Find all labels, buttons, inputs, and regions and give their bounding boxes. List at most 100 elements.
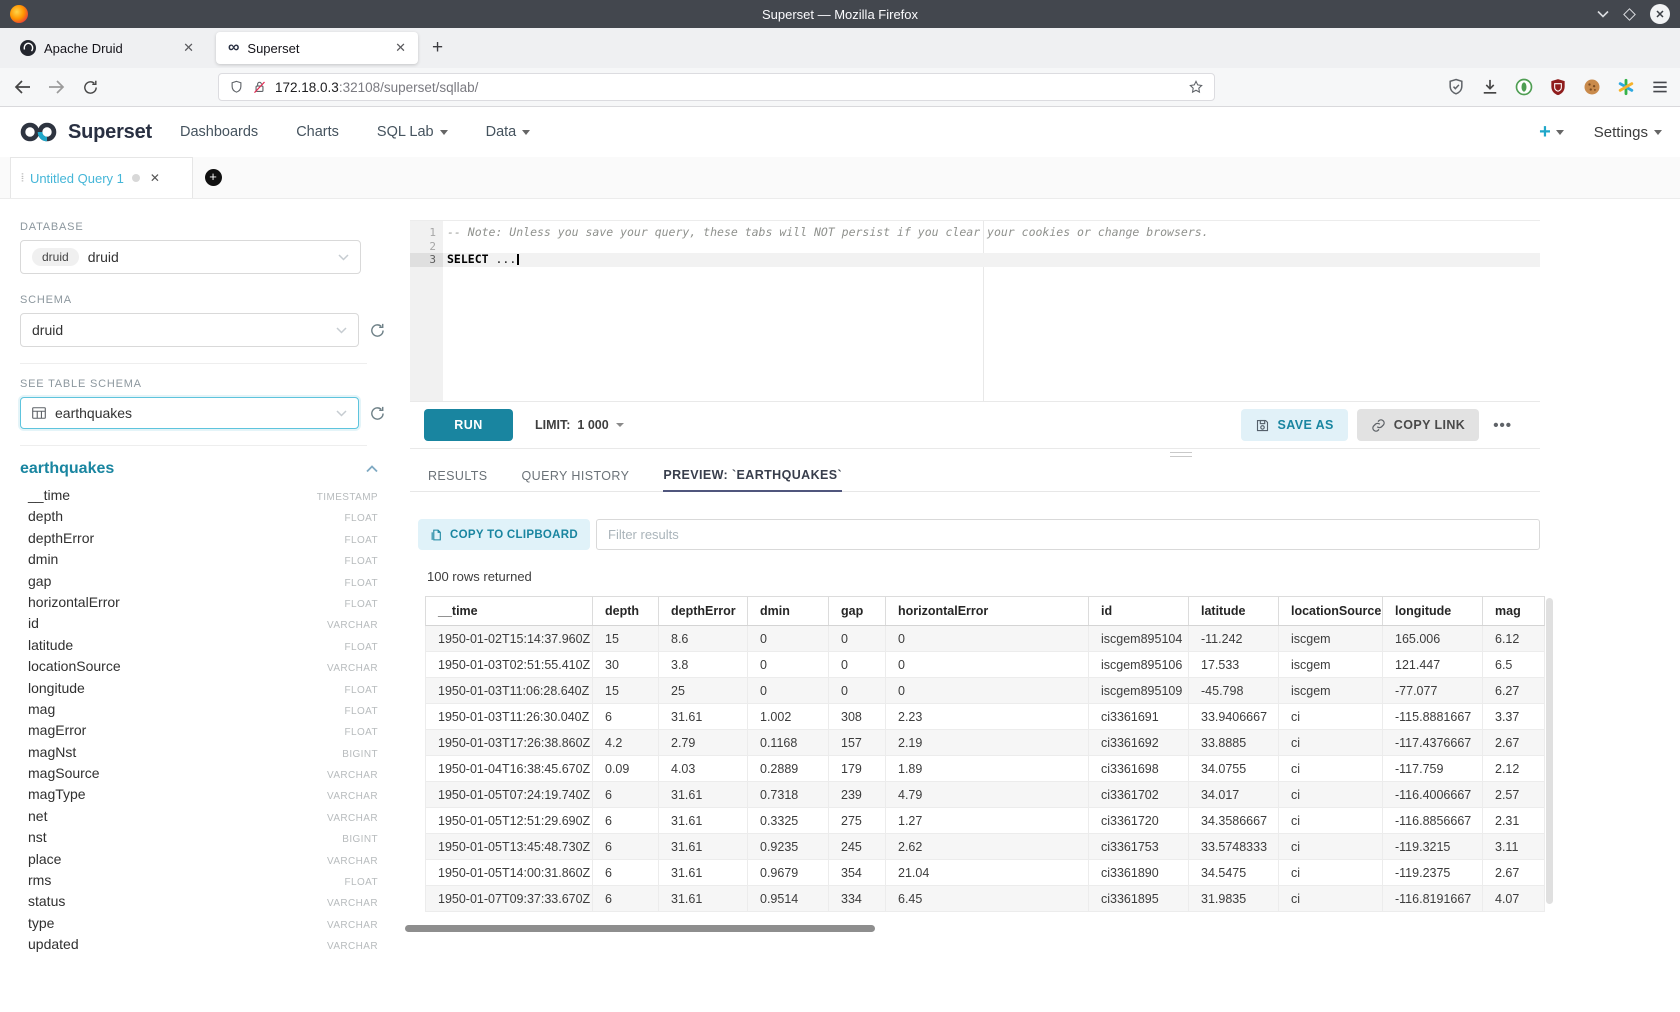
downloads-icon[interactable] xyxy=(1480,77,1500,97)
table-select[interactable]: earthquakes xyxy=(20,397,359,429)
results-tabs: RESULTS QUERY HISTORY PREVIEW: `EARTHQUAKE… xyxy=(410,460,1540,492)
table-cell: 33.8885 xyxy=(1189,730,1279,755)
tab-close-icon[interactable]: ✕ xyxy=(183,40,194,56)
table-cell: 308 xyxy=(829,704,886,729)
run-button[interactable]: RUN xyxy=(424,409,513,441)
table-cell: iscgem895109 xyxy=(1089,678,1189,703)
link-icon xyxy=(1371,418,1386,433)
refresh-tables-icon[interactable] xyxy=(369,405,386,422)
editor-line[interactable]: 3SELECT ... xyxy=(410,253,1540,267)
query-tab-close-icon[interactable]: ✕ xyxy=(150,171,160,185)
table-header-cell[interactable]: depthError xyxy=(659,597,748,625)
cookie-icon[interactable] xyxy=(1582,77,1602,97)
table-header-cell[interactable]: horizontalError xyxy=(886,597,1089,625)
results-pane-tab[interactable]: PREVIEW: `EARTHQUAKES` xyxy=(663,460,842,492)
editor-line-code: SELECT ... xyxy=(443,253,1540,267)
bookmark-star-icon[interactable] xyxy=(1188,79,1204,95)
column-type: VARCHAR xyxy=(327,813,378,824)
shield-permissions-icon[interactable] xyxy=(229,79,244,95)
chevron-down-icon xyxy=(1556,130,1564,135)
results-pane-tab[interactable]: RESULTS xyxy=(428,460,488,492)
nav-item-charts[interactable]: Charts xyxy=(296,124,339,140)
column-type: FLOAT xyxy=(345,727,378,738)
table-cell: 1950-01-05T13:45:48.730Z xyxy=(426,834,593,859)
table-header-cell[interactable]: gap xyxy=(829,597,886,625)
settings-menu[interactable]: Settings xyxy=(1594,124,1662,141)
extension-green-icon[interactable] xyxy=(1514,77,1534,97)
table-horizontal-scrollbar[interactable] xyxy=(405,925,875,932)
schema-column-row: latitudeFLOAT xyxy=(28,637,378,658)
insecure-lock-icon[interactable] xyxy=(252,79,267,95)
back-button[interactable] xyxy=(12,77,32,97)
reload-button[interactable] xyxy=(80,77,100,97)
nav-item-sql-lab[interactable]: SQL Lab xyxy=(377,124,448,140)
table-cell: 33.5748333 xyxy=(1189,834,1279,859)
refresh-schemas-icon[interactable] xyxy=(369,322,386,339)
superset-logo[interactable]: Superset xyxy=(18,119,152,145)
table-header-cell[interactable]: dmin xyxy=(748,597,829,625)
query-tab-untitled-query-1[interactable]: ⦙⦙ Untitled Query 1 ✕ xyxy=(10,157,193,198)
schema-column-row: updatedVARCHAR xyxy=(28,936,378,957)
extension-asterisk-icon[interactable] xyxy=(1616,77,1636,97)
database-select[interactable]: druid druid xyxy=(20,240,361,274)
hamburger-menu-icon[interactable] xyxy=(1650,77,1670,97)
table-cell: 245 xyxy=(829,834,886,859)
results-pane-tab[interactable]: QUERY HISTORY xyxy=(522,460,630,492)
table-cell: -77.077 xyxy=(1383,678,1483,703)
add-query-tab-button[interactable]: + xyxy=(193,157,233,198)
table-header-cell[interactable]: id xyxy=(1089,597,1189,625)
window-maximize-icon[interactable] xyxy=(1623,8,1636,21)
table-cell: 31.61 xyxy=(659,834,748,859)
column-type: VARCHAR xyxy=(327,941,378,952)
window-close-button[interactable]: ✕ xyxy=(1650,4,1670,24)
table-cell: 31.61 xyxy=(659,860,748,885)
table-header-cell[interactable]: locationSource xyxy=(1279,597,1383,625)
table-cell: 15 xyxy=(593,678,659,703)
copy-link-button[interactable]: COPY LINK xyxy=(1357,409,1479,441)
forward-button[interactable] xyxy=(46,77,66,97)
limit-dropdown[interactable]: LIMIT: 1 000 xyxy=(535,418,624,432)
table-cell: 6.5 xyxy=(1483,652,1546,677)
table-cell: 2.19 xyxy=(886,730,1089,755)
table-row: 1950-01-03T11:06:28.640Z1525000iscgem895… xyxy=(426,678,1544,704)
editor-line[interactable]: 2 xyxy=(410,240,1540,254)
schema-select[interactable]: druid xyxy=(20,313,359,347)
table-cell: 31.9835 xyxy=(1189,886,1279,911)
table-header-cell[interactable]: mag xyxy=(1483,597,1546,625)
firefox-window: Superset — Mozilla Firefox ✕ Apache Drui… xyxy=(0,0,1680,1012)
save-floppy-icon xyxy=(1255,418,1270,433)
browser-tab-superset[interactable]: ∞ Superset ✕ xyxy=(216,32,418,64)
drag-handle-icon[interactable]: ⦙⦙ xyxy=(21,173,22,183)
copy-to-clipboard-button[interactable]: COPY TO CLIPBOARD xyxy=(418,519,590,550)
schema-column-row: netVARCHAR xyxy=(28,808,378,829)
column-name: locationSource xyxy=(28,658,121,674)
nav-item-data[interactable]: Data xyxy=(486,124,531,140)
table-vertical-scrollbar[interactable] xyxy=(1546,598,1553,904)
table-cell: 6 xyxy=(593,834,659,859)
more-actions-button[interactable]: ••• xyxy=(1493,417,1512,434)
table-header-cell[interactable]: longitude xyxy=(1383,597,1483,625)
protections-shield-icon[interactable] xyxy=(1446,77,1466,97)
new-tab-button[interactable]: + xyxy=(432,37,443,59)
url-bar[interactable]: 172.18.0.3:32108/superset/sqllab/ xyxy=(218,73,1215,101)
browser-tab-apache-druid[interactable]: Apache Druid ✕ xyxy=(8,32,206,64)
save-as-button[interactable]: SAVE AS xyxy=(1241,409,1348,441)
table-cell: -116.8856667 xyxy=(1383,808,1483,833)
sql-editor[interactable]: 1-- Note: Unless you save your query, th… xyxy=(410,220,1540,401)
nav-item-dashboards[interactable]: Dashboards xyxy=(180,124,258,140)
new-item-button[interactable]: + xyxy=(1539,121,1564,144)
collapse-chevron-up-icon[interactable] xyxy=(366,465,378,473)
pane-resize-handle[interactable] xyxy=(1170,452,1192,460)
tab-close-icon[interactable]: ✕ xyxy=(395,40,406,56)
window-minimize-icon[interactable] xyxy=(1597,10,1609,18)
table-cell: ci xyxy=(1279,782,1383,807)
table-header-cell[interactable]: latitude xyxy=(1189,597,1279,625)
table-cell: ci3361692 xyxy=(1089,730,1189,755)
table-header-cell[interactable]: depth xyxy=(593,597,659,625)
editor-line[interactable]: 1-- Note: Unless you save your query, th… xyxy=(410,226,1540,240)
rows-returned-label: 100 rows returned xyxy=(427,569,532,584)
editor-toolbar: RUN LIMIT: 1 000 SAVE AS COPY LINK ••• xyxy=(410,401,1540,449)
ublock-shield-icon[interactable] xyxy=(1548,77,1568,97)
filter-results-input[interactable] xyxy=(596,519,1540,550)
table-header-cell[interactable]: __time xyxy=(426,597,593,625)
